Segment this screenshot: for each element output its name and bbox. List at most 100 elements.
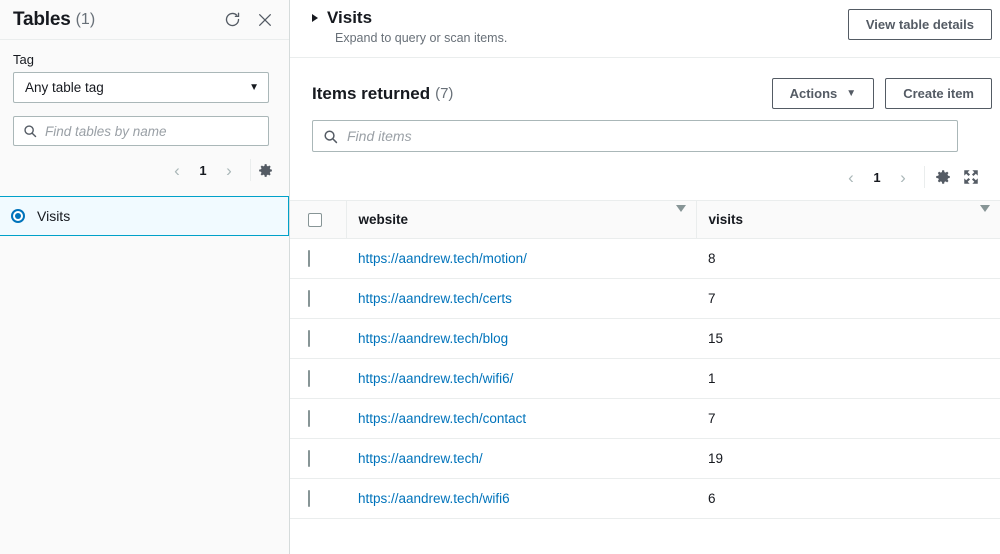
row-checkbox[interactable] — [308, 490, 310, 507]
visits-value: 7 — [708, 291, 716, 306]
search-icon — [23, 124, 37, 138]
website-link[interactable]: https://aandrew.tech/certs — [346, 291, 512, 306]
cell-website: https://aandrew.tech/certs — [346, 278, 696, 319]
tag-filter-label: Tag — [13, 52, 34, 67]
table-row[interactable]: https://aandrew.tech/certs 7 — [290, 278, 1000, 319]
table-row[interactable]: https://aandrew.tech/motion/8 — [290, 238, 1000, 279]
cell-visits: 7 — [696, 278, 1000, 319]
sidebar-next-page-button[interactable]: › — [214, 155, 244, 185]
triangle-right-icon[interactable] — [312, 14, 318, 22]
tag-filter-select[interactable]: Any table tag ▼ — [13, 72, 269, 103]
table-row[interactable]: https://aandrew.tech/wifi6/1 — [290, 358, 1000, 399]
items-next-page-button[interactable]: › — [888, 162, 918, 192]
visits-value: 6 — [708, 491, 716, 506]
close-icon[interactable] — [255, 10, 275, 30]
cell-website: https://aandrew.tech/blog — [346, 318, 696, 359]
table-detail-title-row: Visits — [312, 8, 507, 28]
chevron-down-icon: ▼ — [249, 82, 259, 93]
row-checkbox[interactable] — [308, 330, 310, 347]
actions-dropdown-button[interactable]: Actions ▼ — [771, 78, 875, 109]
row-select-cell — [290, 318, 346, 359]
table-detail-heading-group: Visits Expand to query or scan items. — [312, 8, 507, 45]
items-returned-count: (7) — [435, 85, 454, 102]
table-search-input[interactable]: Find tables by name — [13, 116, 269, 146]
table-detail-actions: View table details — [847, 8, 992, 40]
cell-visits: 15 — [696, 318, 1000, 359]
row-checkbox[interactable] — [308, 250, 310, 267]
sidebar-pagination: ‹ 1 › — [0, 146, 289, 185]
sidebar-page-1[interactable]: 1 — [192, 163, 214, 178]
sort-descending-icon[interactable] — [675, 205, 686, 227]
items-page-1[interactable]: 1 — [866, 170, 888, 185]
row-checkbox[interactable] — [308, 450, 310, 467]
row-checkbox[interactable] — [308, 290, 310, 307]
items-pagination: ‹ 1 › — [290, 152, 1000, 200]
tables-list: Visits — [0, 196, 289, 236]
visits-value: 7 — [708, 411, 716, 426]
chevron-down-icon: ▼ — [846, 88, 857, 99]
cell-website: https://aandrew.tech/ — [346, 438, 696, 479]
table-row[interactable]: https://aandrew.tech/contact 7 — [290, 398, 1000, 439]
items-table: website visits https://aandrew.tech/moti… — [290, 200, 1000, 519]
table-detail-title: Visits — [327, 8, 373, 27]
sidebar-header-actions — [222, 10, 275, 30]
column-header-website[interactable]: website — [345, 200, 696, 239]
refresh-icon[interactable] — [222, 10, 242, 30]
visits-value: 15 — [708, 331, 724, 346]
fullscreen-expand-icon[interactable] — [957, 163, 985, 191]
cell-website: https://aandrew.tech/wifi6/ — [346, 358, 696, 399]
table-detail-subtitle: Expand to query or scan items. — [335, 31, 508, 45]
cell-visits: 6 — [696, 478, 1000, 519]
find-items-placeholder: Find items — [347, 128, 412, 144]
select-all-header — [290, 200, 346, 239]
find-items-input[interactable]: Find items — [312, 120, 958, 152]
cell-website: https://aandrew.tech/wifi6 — [346, 478, 696, 519]
table-search-placeholder: Find tables by name — [45, 123, 167, 139]
select-all-checkbox[interactable] — [308, 212, 322, 227]
gear-icon[interactable] — [255, 160, 275, 180]
website-link[interactable]: https://aandrew.tech/ — [346, 451, 483, 466]
radio-selected-icon[interactable] — [11, 209, 25, 223]
tag-filter-value: Any table tag — [25, 80, 104, 95]
table-row[interactable]: https://aandrew.tech/wifi6 6 — [290, 478, 1000, 519]
table-row[interactable]: https://aandrew.tech/19 — [290, 438, 1000, 479]
row-checkbox[interactable] — [308, 370, 310, 387]
view-table-details-button[interactable]: View table details — [847, 9, 992, 40]
column-label-website: website — [358, 212, 409, 227]
items-table-head: website visits — [290, 200, 1000, 239]
items-prev-page-button[interactable]: ‹ — [836, 162, 866, 192]
row-select-cell — [290, 358, 346, 399]
search-icon — [323, 129, 338, 144]
column-label-visits: visits — [708, 212, 744, 227]
row-select-cell — [290, 398, 346, 439]
row-select-cell — [290, 438, 346, 479]
sidebar-header: Tables (1) — [0, 0, 289, 40]
table-row[interactable]: https://aandrew.tech/blog 15 — [290, 318, 1000, 359]
row-select-cell — [290, 278, 346, 319]
items-table-body: https://aandrew.tech/motion/8 https://aan… — [290, 238, 1000, 519]
table-detail-header: Visits Expand to query or scan items. Vi… — [290, 0, 1000, 58]
website-link[interactable]: https://aandrew.tech/contact — [346, 411, 526, 426]
visits-value: 8 — [708, 251, 716, 266]
website-link[interactable]: https://aandrew.tech/blog — [346, 331, 508, 346]
website-link[interactable]: https://aandrew.tech/wifi6/ — [346, 371, 513, 386]
sidebar-item-label: Visits — [37, 208, 71, 224]
items-returned-bar: Items returned (7) Actions ▼ Create item — [290, 58, 1000, 109]
website-link[interactable]: https://aandrew.tech/wifi6 — [346, 491, 510, 506]
page-title: Tables — [13, 8, 71, 30]
sidebar-prev-page-button[interactable]: ‹ — [162, 155, 192, 185]
cell-visits: 1 — [696, 358, 1000, 399]
column-header-visits[interactable]: visits — [695, 200, 1000, 239]
sort-descending-icon[interactable] — [980, 205, 990, 227]
row-checkbox[interactable] — [308, 410, 310, 427]
divider — [924, 166, 925, 188]
sidebar-item-visits[interactable]: Visits — [0, 196, 289, 236]
actions-button-label: Actions — [789, 86, 838, 101]
main-panel: Visits Expand to query or scan items. Vi… — [290, 0, 1000, 554]
create-item-button[interactable]: Create item — [885, 78, 992, 109]
items-returned-title: Items returned — [312, 83, 431, 103]
row-select-cell — [290, 238, 346, 279]
website-link[interactable]: https://aandrew.tech/motion/ — [346, 251, 527, 266]
find-items-row: Find items — [290, 109, 1000, 152]
gear-icon[interactable] — [929, 163, 957, 191]
